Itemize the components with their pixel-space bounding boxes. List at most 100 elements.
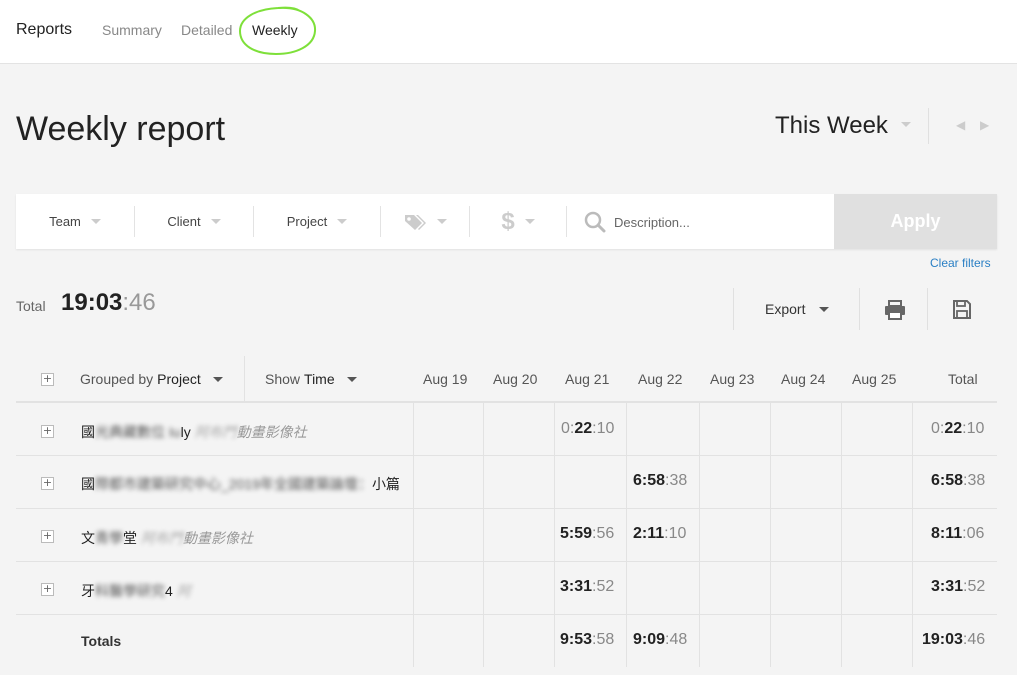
column-aug-22[interactable]: Aug 22 — [638, 356, 682, 402]
printer-icon[interactable] — [884, 300, 906, 320]
duration-seconds: :38 — [665, 472, 688, 489]
project-name[interactable]: 國光典藏數位 Iuly 阿布門動畫影像社 — [81, 422, 307, 442]
show-value: Time — [304, 371, 335, 387]
export-button[interactable]: Export — [765, 301, 805, 317]
total-label: Total — [16, 298, 46, 314]
row-total-cell: 6:58:38 — [931, 472, 985, 490]
project-name-part: 國 — [81, 424, 95, 440]
save-icon[interactable] — [952, 299, 972, 320]
team-filter-label: Team — [49, 214, 81, 229]
duration-hours: 0: — [931, 420, 945, 437]
chevron-down-icon — [437, 219, 447, 224]
grouped-by-dropdown[interactable]: Grouped by Project — [80, 356, 223, 402]
duration-hours-minutes: 6:58 — [931, 472, 964, 489]
duration-seconds: :58 — [592, 631, 615, 648]
divider — [927, 288, 928, 330]
reports-brand[interactable]: Reports — [16, 21, 72, 39]
billable-filter[interactable]: $ — [470, 194, 566, 249]
totals-cell: 9:09:48 — [633, 631, 687, 649]
duration-seconds: :38 — [963, 472, 986, 489]
total-seconds: :46 — [122, 289, 156, 316]
row-total-cell: 3:31:52 — [931, 578, 985, 596]
client-name-blurred: 阿布門 — [140, 530, 183, 546]
duration-hours-minutes: 2:11 — [633, 525, 665, 542]
tag-icon — [405, 214, 426, 230]
column-aug-23[interactable]: Aug 23 — [710, 356, 754, 402]
duration-seconds: :10 — [962, 420, 985, 437]
tab-weekly[interactable]: Weekly — [252, 22, 298, 38]
project-name-part: 牙 — [81, 583, 95, 599]
clear-filters-link[interactable]: Clear filters — [930, 256, 991, 270]
search-icon — [584, 211, 606, 233]
show-label: Show — [265, 371, 301, 387]
filter-bar: Team Client Project $ Apply — [16, 194, 997, 249]
chevron-down-icon — [212, 376, 223, 382]
team-filter[interactable]: Team — [16, 194, 134, 249]
divider — [928, 108, 929, 144]
row-divider — [16, 508, 997, 509]
divider — [912, 403, 913, 667]
divider — [483, 403, 484, 667]
totals-label: Totals — [81, 633, 122, 649]
column-aug-20[interactable]: Aug 20 — [493, 356, 537, 402]
divider — [770, 403, 771, 667]
period-selector[interactable]: This Week — [775, 112, 888, 140]
expand-all-toggle[interactable]: + — [41, 373, 54, 386]
client-filter[interactable]: Client — [135, 194, 253, 249]
dollar-icon: $ — [501, 207, 515, 235]
prev-week-icon[interactable]: ◀ — [956, 118, 965, 132]
show-time-dropdown[interactable]: Show Time — [265, 356, 357, 402]
duration-hours-minutes: 8:11 — [931, 525, 963, 542]
project-filter-label: Project — [286, 214, 328, 229]
project-name[interactable]: 文青學堂 阿布門動畫影像社 — [81, 528, 253, 548]
column-total[interactable]: Total — [948, 356, 978, 402]
client-name-blurred: 阿 — [176, 583, 191, 599]
tags-filter[interactable] — [381, 194, 469, 249]
chevron-down-icon[interactable] — [901, 122, 911, 127]
project-name-blurred: 青學 — [95, 530, 123, 546]
duration-seconds: :10 — [592, 420, 615, 437]
divider — [244, 356, 245, 402]
apply-button[interactable]: Apply — [834, 194, 997, 249]
duration-hours: 0: — [561, 420, 575, 437]
duration-seconds: :52 — [963, 578, 986, 595]
duration-cell: 2:11:10 — [633, 525, 686, 543]
duration-seconds: :48 — [665, 631, 688, 648]
expand-row-toggle[interactable]: + — [41, 530, 54, 543]
duration-minutes: 22 — [574, 420, 593, 437]
project-name-part: 國 — [81, 476, 95, 492]
divider — [841, 403, 842, 667]
column-aug-19[interactable]: Aug 19 — [423, 356, 467, 402]
expand-row-toggle[interactable]: + — [41, 425, 54, 438]
column-aug-24[interactable]: Aug 24 — [781, 356, 825, 402]
duration-seconds: :52 — [592, 578, 615, 595]
project-name-blurred: 科醫學研究 — [95, 583, 165, 599]
duration-cell: 6:58:38 — [633, 472, 687, 490]
divider — [626, 403, 627, 667]
total-duration: 19:03:46 — [61, 289, 156, 317]
duration-hours-minutes: 3:31 — [560, 578, 593, 595]
project-name-part: 4 — [165, 583, 173, 599]
duration-seconds: :46 — [962, 631, 986, 648]
divider — [699, 403, 700, 667]
row-divider — [16, 561, 997, 562]
expand-row-toggle[interactable]: + — [41, 583, 54, 596]
row-total-cell: 8:11:06 — [931, 525, 984, 543]
divider — [413, 403, 414, 667]
project-filter[interactable]: Project — [254, 194, 380, 249]
tab-detailed[interactable]: Detailed — [181, 22, 232, 38]
duration-hours-minutes: 5:59 — [560, 525, 593, 542]
next-week-icon[interactable]: ▶ — [980, 118, 989, 132]
description-search-input[interactable] — [614, 210, 824, 234]
expand-row-toggle[interactable]: + — [41, 477, 54, 490]
chevron-down-icon[interactable] — [819, 307, 829, 312]
project-name[interactable]: 國際都市建築研究中心_2019年全國建築論壇：小篇 — [81, 474, 400, 494]
tab-summary[interactable]: Summary — [102, 22, 162, 38]
duration-seconds: :06 — [962, 525, 985, 542]
client-filter-label: Client — [167, 214, 201, 229]
duration-seconds: :56 — [592, 525, 615, 542]
column-aug-25[interactable]: Aug 25 — [852, 356, 896, 402]
duration-cell: 5:59:56 — [560, 525, 614, 543]
column-aug-21[interactable]: Aug 21 — [565, 356, 609, 402]
project-name[interactable]: 牙科醫學研究4 阿 — [81, 581, 191, 601]
